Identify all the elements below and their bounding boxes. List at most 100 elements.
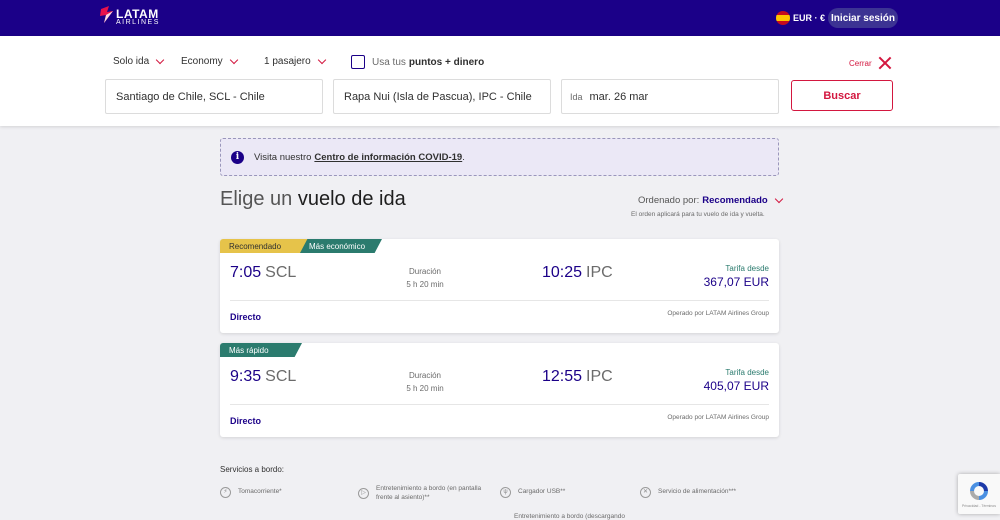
currency-selector[interactable]: EUR · € (776, 10, 825, 26)
cabin-dropdown[interactable]: Economy (181, 55, 238, 67)
recaptcha-badge[interactable]: Privacidad - Términos (958, 474, 1000, 514)
operated-by: Operado por LATAM Airlines Group (667, 310, 769, 317)
departure: 9:35 SCL (230, 368, 296, 386)
duration-label: Duración (408, 267, 441, 276)
chevron-down-icon (774, 194, 783, 203)
service-label: Servicio de alimentación*** (658, 488, 737, 495)
sort-note: El orden aplicará para tu vuelo de ida y… (631, 211, 765, 218)
departure-time: 9:35 (230, 368, 262, 385)
destination-field[interactable]: Rapa Nui (Isla de Pascua), IPC - Chile (333, 79, 551, 114)
departure-code: SCL (265, 368, 297, 385)
points-bold: puntos + dinero (408, 56, 485, 68)
departure-time: 7:05 (230, 264, 262, 281)
covid-banner: i Visita nuestro Centro de información C… (220, 138, 779, 176)
search-panel: Solo ida Economy 1 pasajero Usa tus punt… (0, 36, 1000, 126)
passengers-dropdown[interactable]: 1 pasajero (264, 55, 326, 67)
arrival: 12:55 IPC (542, 368, 613, 386)
flight-card[interactable]: Más rápido 9:35 SCL Duración 5 h 20 min 1… (220, 343, 779, 437)
cabin-label: Economy (181, 56, 223, 67)
latam-logo-icon (100, 6, 113, 23)
stops-link[interactable]: Directo (230, 416, 261, 426)
login-button[interactable]: Iniciar sesión (828, 8, 898, 28)
arrival-time: 12:55 (542, 368, 583, 385)
sort-label: Ordenado por: (638, 195, 700, 206)
latam-logo[interactable]: LATAM AIRLINES (100, 6, 170, 30)
currency-label: EUR · € (793, 13, 826, 23)
usb-icon: ψ (500, 487, 511, 498)
operated-by: Operado por LATAM Airlines Group (667, 414, 769, 421)
departure-code: SCL (265, 264, 297, 281)
plug-icon: ⚡ (220, 487, 231, 498)
tag-fastest: Más rápido (220, 343, 302, 357)
page-title: Elige un vuelo de ida (220, 188, 406, 211)
tag-recommended: Recomendado (220, 239, 310, 253)
service-label: Entretenimiento a bordo (en pantalla (376, 485, 482, 492)
fare: Tarifa desde 405,07 EUR (704, 368, 769, 393)
fare: Tarifa desde 367,07 EUR (704, 264, 769, 289)
service-label: Cargador USB** (518, 488, 566, 495)
chevron-down-icon (155, 55, 165, 64)
chevron-down-icon (229, 55, 238, 64)
duration: Duración 5 h 20 min (395, 369, 455, 395)
fare-label: Tarifa desde (725, 368, 769, 377)
info-icon: i (231, 150, 244, 164)
sort-dropdown[interactable]: Ordenado por: Recomendado (638, 194, 783, 206)
flight-card[interactable]: Recomendado Más económico 7:05 SCL Duraci… (220, 239, 779, 333)
arrival-code: IPC (586, 368, 613, 385)
service-label-line2: frente al asiento)** (376, 494, 430, 501)
chevron-down-icon (317, 55, 326, 64)
destination-value: Rapa Nui (Isla de Pascua), IPC - Chile (344, 90, 532, 103)
duration-value: 5 h 20 min (406, 384, 444, 393)
recaptcha-icon (970, 482, 988, 500)
logo-text-bottom: AIRLINES (116, 19, 160, 26)
recaptcha-label: Privacidad - Términos (962, 504, 996, 508)
service-label: Tomacorriente* (238, 488, 282, 495)
passengers-label: 1 pasajero (264, 56, 311, 67)
fare-amount: 367,07 EUR (703, 275, 769, 289)
points-checkbox-option[interactable]: Usa tus puntos + dinero (351, 55, 484, 69)
close-search-button[interactable]: Cerrar (849, 56, 892, 70)
title-bold: vuelo de ida (297, 188, 406, 210)
divider (230, 404, 769, 405)
arrival: 10:25 IPC (542, 264, 613, 282)
date-value: mar. 26 mar (589, 90, 649, 103)
close-icon (878, 56, 892, 70)
fare-amount: 405,07 EUR (703, 379, 769, 393)
close-label: Cerrar (849, 58, 872, 68)
points-checkbox[interactable] (351, 55, 365, 69)
service-item-partial: Entretenimiento a bordo (descargando (514, 512, 625, 520)
search-button[interactable]: Buscar (791, 80, 893, 111)
date-label: Ida (570, 91, 583, 102)
duration-label: Duración (408, 371, 441, 380)
top-nav: LATAM AIRLINES EUR · € Iniciar sesión (0, 0, 1000, 36)
service-item: ✕ Servicio de alimentación*** (640, 487, 736, 498)
title-prefix: Elige un (220, 188, 293, 210)
covid-end: . (462, 151, 465, 163)
origin-value: Santiago de Chile, SCL - Chile (116, 90, 265, 103)
trip-type-label: Solo ida (113, 56, 150, 67)
service-item: ψ Cargador USB** (500, 487, 565, 498)
arrival-code: IPC (586, 264, 613, 281)
service-item: ▷ Entretenimiento a bordo (en pantalla f… (358, 484, 481, 502)
duration-value: 5 h 20 min (406, 280, 444, 289)
meal-icon: ✕ (640, 487, 651, 498)
fare-label: Tarifa desde (725, 264, 769, 273)
spain-flag-icon (776, 11, 790, 25)
date-field[interactable]: Ida mar. 26 mar (561, 79, 779, 114)
duration: Duración 5 h 20 min (395, 265, 455, 291)
service-label: Entretenimiento a bordo (descargando (514, 513, 625, 520)
origin-field[interactable]: Santiago de Chile, SCL - Chile (105, 79, 323, 114)
screen-icon: ▷ (358, 488, 369, 499)
points-prefix: Usa tus (372, 56, 406, 68)
tag-cheapest: Más económico (300, 239, 382, 253)
service-item: ⚡ Tomacorriente* (220, 487, 282, 498)
services-title: Servicios a bordo: (220, 465, 285, 474)
stops-link[interactable]: Directo (230, 312, 261, 322)
covid-text: Visita nuestro (254, 151, 312, 163)
departure: 7:05 SCL (230, 264, 296, 282)
covid-link[interactable]: Centro de información COVID-19 (314, 152, 462, 163)
arrival-time: 10:25 (542, 264, 583, 281)
trip-type-dropdown[interactable]: Solo ida (113, 55, 165, 67)
sort-value: Recomendado (702, 195, 768, 206)
divider (230, 300, 769, 301)
